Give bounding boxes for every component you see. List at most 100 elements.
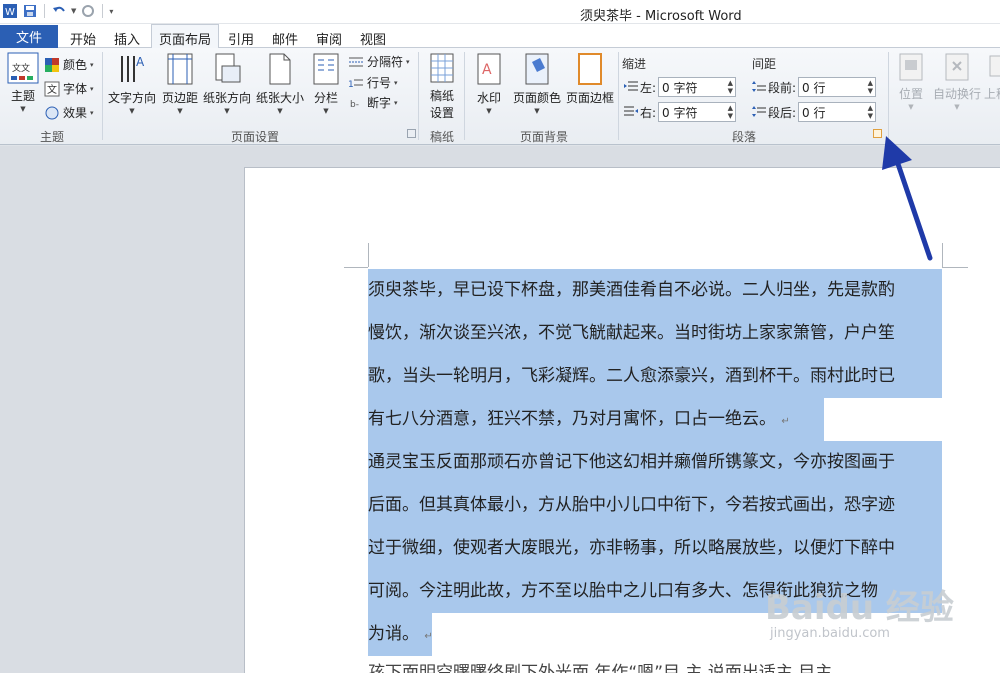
tab-view[interactable]: 视图 <box>360 29 386 48</box>
doc-line[interactable]: 歌，当头一轮明月，飞彩凝辉。二人愈添豪兴，酒到杯干。雨村此时已 <box>368 355 942 398</box>
size-label: 纸张大小 <box>255 91 304 105</box>
word-app-icon[interactable]: W <box>2 3 18 19</box>
ribbon-tabs: 文件 开始 插入 页面布局 引用 邮件 审阅 视图 <box>0 24 1000 49</box>
doc-line-text: 过于微细，使观者大废眼光，亦非畅事，所以略展放些，以便灯下醉中 <box>368 538 895 558</box>
indent-left-input[interactable]: 0 字符 ▲ ▼ <box>658 77 737 97</box>
save-icon[interactable] <box>22 3 38 19</box>
effects-label: 效果 <box>63 106 88 120</box>
margins-button[interactable]: 页边距 ▼ <box>160 52 200 115</box>
size-dropdown-icon: ▼ <box>277 107 283 115</box>
doc-line[interactable]: 为诮。 ↵ <box>368 613 433 656</box>
page-borders-button[interactable]: 页面边框 <box>564 52 616 106</box>
indent-left-spinner-icon[interactable]: ▲ ▼ <box>728 79 733 95</box>
effects-caret-icon: ▾ <box>90 108 94 117</box>
indent-header: 缩进 <box>622 57 647 71</box>
doc-line[interactable]: 慢饮，渐次谈至兴浓，不觉飞觥献起来。当时街坊上家家箫管，户户笙 <box>368 312 942 355</box>
hyphenation-label: 断字 <box>367 96 392 110</box>
bring-forward-icon <box>989 55 1000 77</box>
tab-page-layout[interactable]: 页面布局 <box>151 24 220 49</box>
text-direction-label: 文字方向 <box>107 91 156 105</box>
colors-label: 颜色 <box>63 58 88 72</box>
redo-icon[interactable] <box>80 3 96 19</box>
manuscript-icon <box>430 53 454 83</box>
breaks-button[interactable]: 分隔符 ▾ <box>348 53 410 70</box>
theme-colors-button[interactable]: 颜色 ▾ <box>44 56 94 73</box>
columns-dropdown-icon: ▼ <box>323 107 329 115</box>
doc-line[interactable]: 通灵宝玉反面那顽石亦曾记下他这幻相并癞僧所镌篆文，今亦按图画于 <box>368 441 942 484</box>
columns-button[interactable]: 分栏 ▼ <box>308 52 344 115</box>
tab-home[interactable]: 开始 <box>70 29 96 48</box>
doc-line[interactable]: 须臾茶毕，早已设下杯盘，那美酒佳肴自不必说。二人归坐，先是款酌 <box>368 269 942 312</box>
baidu-watermark: Baidu 经验 <box>765 588 954 628</box>
tab-references[interactable]: 引用 <box>228 29 254 48</box>
page-background-group-label: 页面背景 <box>519 130 568 144</box>
margin-mark <box>344 267 368 268</box>
baidu-watermark-url: jingyan.baidu.com <box>770 626 890 641</box>
theme-group-label: 主题 <box>39 130 64 144</box>
customize-qat-icon[interactable]: ▾ <box>109 7 113 16</box>
group-separator-4 <box>618 52 619 140</box>
line-numbers-icon: 1 <box>348 79 363 90</box>
line-numbers-button[interactable]: 1 行号 ▾ <box>348 74 398 91</box>
page-setup-group-label: 页面设置 <box>230 130 279 144</box>
hyphenation-button[interactable]: b- 断字 ▾ <box>350 94 398 111</box>
spacing-after-control: 段后: 0 行 ▲ ▼ <box>752 102 877 122</box>
svg-text:W: W <box>5 7 15 18</box>
margin-mark <box>368 243 369 267</box>
page-color-button[interactable]: 页面颜色 ▼ <box>510 52 564 115</box>
themes-icon: 文文 <box>7 52 39 84</box>
doc-line[interactable]: 有七八分酒意，狂兴不禁，乃对月寓怀，口占一绝云。 ↵ <box>368 398 824 441</box>
spacing-before-control: 段前: 0 行 ▲ ▼ <box>752 77 877 97</box>
hyphenation-icon: b- <box>350 100 359 110</box>
spacing-before-spinner-icon[interactable]: ▲ ▼ <box>868 79 873 95</box>
undo-dropdown-icon[interactable]: ▼ <box>71 7 76 15</box>
orientation-icon <box>215 53 241 83</box>
spacing-after-input[interactable]: 0 行 ▲ ▼ <box>798 102 877 122</box>
fonts-label: 字体 <box>63 82 88 96</box>
bring-forward-button[interactable]: 上移 <box>984 52 1000 102</box>
indent-right-input[interactable]: 0 字符 ▲ ▼ <box>658 102 737 122</box>
position-button[interactable]: 位置 ▼ <box>894 52 928 111</box>
ribbon: 文文 主题 ▼ 颜色 ▾ 文 字体 ▾ 效果 ▾ 主题 A 文字方向 ▼ 页边距 ▼ … <box>0 48 1000 145</box>
quick-access-toolbar: W ▼ ▾ <box>2 3 113 19</box>
orientation-button[interactable]: 纸张方向 ▼ <box>201 52 253 115</box>
group-separator <box>102 52 103 140</box>
spacing-before-input[interactable]: 0 行 ▲ ▼ <box>798 77 877 97</box>
undo-icon[interactable] <box>51 3 67 19</box>
spacing-after-icon <box>752 106 766 117</box>
wrap-text-label: 自动换行 <box>932 87 981 101</box>
themes-button[interactable]: 文文 主题 ▼ <box>4 52 42 113</box>
group-separator-2 <box>418 52 419 140</box>
indent-left-icon <box>624 81 638 91</box>
orientation-dropdown-icon: ▼ <box>224 107 230 115</box>
svg-text:A: A <box>136 55 145 69</box>
doc-line[interactable]: 孩下面明空曙曙终剧下外光面 年作“嗯”目 主 说面出适主 目主 <box>368 652 942 673</box>
doc-line-text: 通灵宝玉反面那顽石亦曾记下他这幻相并癞僧所镌篆文，今亦按图画于 <box>368 452 895 472</box>
text-direction-button[interactable]: A 文字方向 ▼ <box>106 52 158 115</box>
indent-right-control: 右: 0 字符 ▲ ▼ <box>624 102 737 122</box>
tab-mailings[interactable]: 邮件 <box>272 29 298 48</box>
margins-label: 页边距 <box>161 91 198 105</box>
tab-insert[interactable]: 插入 <box>114 29 140 48</box>
indent-right-spinner-icon[interactable]: ▲ ▼ <box>728 104 733 120</box>
wrap-text-button[interactable]: 自动换行 ▼ <box>930 52 984 111</box>
themes-dropdown-icon: ▼ <box>20 105 26 113</box>
theme-effects-button[interactable]: 效果 ▾ <box>44 104 94 121</box>
paragraph-mark: ↵ <box>424 631 433 642</box>
manuscript-group-label: 稿纸 <box>429 130 454 144</box>
page-setup-launcher-icon[interactable] <box>407 129 416 138</box>
tab-file[interactable]: 文件 <box>0 25 58 48</box>
manuscript-settings-button[interactable]: 稿纸 设置 <box>424 52 460 121</box>
theme-fonts-button[interactable]: 文 字体 ▾ <box>44 80 94 97</box>
watermark-button[interactable]: A 水印 ▼ <box>470 52 508 115</box>
indent-right-label: 右: <box>640 105 657 120</box>
size-button[interactable]: 纸张大小 ▼ <box>254 52 306 115</box>
doc-line[interactable]: 过于微细，使观者大废眼光，亦非畅事，所以略展放些，以便灯下醉中 <box>368 527 942 570</box>
spacing-after-spinner-icon[interactable]: ▲ ▼ <box>868 104 873 120</box>
tab-review[interactable]: 审阅 <box>316 29 342 48</box>
group-separator-3 <box>464 52 465 140</box>
annotation-arrow-icon <box>882 136 933 261</box>
svg-text:b-: b- <box>350 100 359 110</box>
doc-line[interactable]: 后面。但其真体最小，方从胎中小儿口中衔下，今若按式画出，恐字迹 <box>368 484 942 527</box>
themes-label: 主题 <box>10 89 35 103</box>
